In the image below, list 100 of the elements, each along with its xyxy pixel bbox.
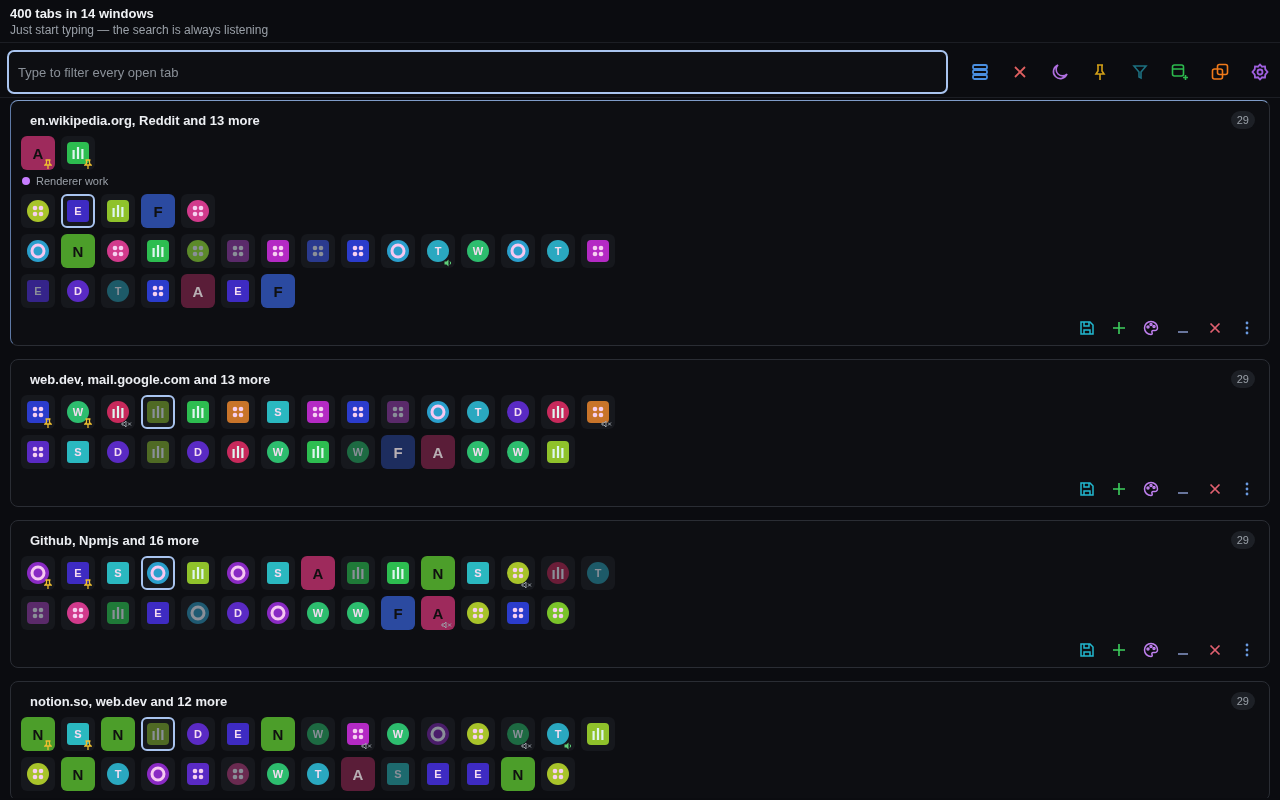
tab-button[interactable]: A bbox=[341, 757, 375, 791]
tab-button[interactable]: F bbox=[381, 435, 415, 469]
tab-button[interactable]: S bbox=[461, 556, 495, 590]
tab-button[interactable] bbox=[341, 717, 375, 751]
tab-button[interactable] bbox=[501, 596, 535, 630]
palette-icon[interactable] bbox=[1143, 642, 1159, 658]
tab-button[interactable]: E bbox=[61, 556, 95, 590]
save-icon[interactable] bbox=[1079, 642, 1095, 658]
tab-button[interactable]: T bbox=[581, 556, 615, 590]
tab-button[interactable]: E bbox=[221, 274, 255, 308]
tab-button[interactable] bbox=[301, 234, 335, 268]
tab-button[interactable] bbox=[21, 556, 55, 590]
tab-button[interactable]: W bbox=[261, 757, 295, 791]
tab-button[interactable]: W bbox=[501, 717, 535, 751]
tab-button[interactable] bbox=[581, 234, 615, 268]
tab-button[interactable] bbox=[581, 717, 615, 751]
tab-button[interactable]: E bbox=[141, 596, 175, 630]
tab-button[interactable]: W bbox=[381, 717, 415, 751]
tab-button[interactable] bbox=[141, 234, 175, 268]
tab-button[interactable] bbox=[21, 194, 55, 228]
tab-button[interactable]: T bbox=[301, 757, 335, 791]
tab-button[interactable] bbox=[541, 757, 575, 791]
tab-button[interactable] bbox=[101, 596, 135, 630]
tab-button[interactable]: E bbox=[421, 757, 455, 791]
tab-button[interactable]: E bbox=[21, 274, 55, 308]
tab-button[interactable]: W bbox=[461, 435, 495, 469]
tab-button[interactable]: E bbox=[461, 757, 495, 791]
tab-button[interactable] bbox=[181, 194, 215, 228]
tab-button[interactable] bbox=[221, 395, 255, 429]
tab-button[interactable]: T bbox=[461, 395, 495, 429]
settings-icon[interactable] bbox=[1251, 63, 1269, 81]
filter-icon[interactable] bbox=[1132, 64, 1148, 80]
tab-button[interactable]: D bbox=[101, 435, 135, 469]
tab-button[interactable] bbox=[541, 395, 575, 429]
close-icon[interactable] bbox=[1207, 320, 1223, 336]
tab-button[interactable] bbox=[461, 596, 495, 630]
tab-button[interactable] bbox=[221, 757, 255, 791]
tab-button[interactable] bbox=[381, 556, 415, 590]
tab-button[interactable]: W bbox=[61, 395, 95, 429]
tab-button[interactable]: S bbox=[381, 757, 415, 791]
add-icon[interactable] bbox=[1111, 481, 1127, 497]
save-icon[interactable] bbox=[1079, 481, 1095, 497]
tab-button[interactable]: N bbox=[61, 757, 95, 791]
tab-button[interactable] bbox=[141, 274, 175, 308]
tab-button[interactable] bbox=[501, 556, 535, 590]
tab-button[interactable] bbox=[101, 234, 135, 268]
tab-button[interactable]: W bbox=[301, 717, 335, 751]
tab-button[interactable] bbox=[181, 234, 215, 268]
tab-button[interactable]: D bbox=[221, 596, 255, 630]
tab-button[interactable] bbox=[501, 234, 535, 268]
tab-button[interactable] bbox=[301, 395, 335, 429]
palette-icon[interactable] bbox=[1143, 481, 1159, 497]
tab-button[interactable]: A bbox=[421, 435, 455, 469]
tab-button[interactable] bbox=[181, 757, 215, 791]
tab-button[interactable]: W bbox=[341, 596, 375, 630]
tab-button[interactable]: N bbox=[101, 717, 135, 751]
tab-button[interactable] bbox=[141, 717, 175, 751]
tab-button[interactable] bbox=[141, 757, 175, 791]
close-icon[interactable] bbox=[1207, 481, 1223, 497]
tab-button[interactable] bbox=[21, 234, 55, 268]
group-label[interactable]: Renderer work bbox=[36, 175, 109, 187]
tab-button[interactable]: A bbox=[421, 596, 455, 630]
tab-button[interactable] bbox=[421, 395, 455, 429]
tab-button[interactable] bbox=[221, 234, 255, 268]
tab-button[interactable]: D bbox=[181, 435, 215, 469]
tab-button[interactable]: N bbox=[501, 757, 535, 791]
tab-button[interactable]: A bbox=[181, 274, 215, 308]
moon-icon[interactable] bbox=[1051, 63, 1069, 81]
tab-button[interactable]: F bbox=[141, 194, 175, 228]
pin-icon[interactable] bbox=[1092, 63, 1108, 81]
tab-button[interactable]: N bbox=[61, 234, 95, 268]
tab-button[interactable]: W bbox=[301, 596, 335, 630]
tab-button[interactable] bbox=[181, 596, 215, 630]
tab-button[interactable]: S bbox=[61, 717, 95, 751]
tab-button[interactable]: W bbox=[501, 435, 535, 469]
copy-icon[interactable] bbox=[1211, 63, 1229, 81]
palette-icon[interactable] bbox=[1143, 320, 1159, 336]
tab-button[interactable] bbox=[541, 556, 575, 590]
close-icon[interactable] bbox=[1012, 64, 1028, 80]
tab-button[interactable] bbox=[101, 395, 135, 429]
tab-button[interactable]: S bbox=[101, 556, 135, 590]
tab-button[interactable] bbox=[141, 395, 175, 429]
tab-button[interactable]: D bbox=[501, 395, 535, 429]
tab-button[interactable]: T bbox=[101, 274, 135, 308]
tab-button[interactable] bbox=[101, 194, 135, 228]
tab-button[interactable]: F bbox=[381, 596, 415, 630]
tab-button[interactable] bbox=[381, 234, 415, 268]
tab-button[interactable]: A bbox=[21, 136, 55, 170]
tab-button[interactable] bbox=[61, 136, 95, 170]
tab-button[interactable]: A bbox=[301, 556, 335, 590]
tab-button[interactable] bbox=[21, 435, 55, 469]
tab-button[interactable]: D bbox=[61, 274, 95, 308]
save-icon[interactable] bbox=[1079, 320, 1095, 336]
tab-button[interactable] bbox=[61, 596, 95, 630]
tab-button[interactable] bbox=[341, 395, 375, 429]
tab-button[interactable] bbox=[461, 717, 495, 751]
tab-button[interactable]: N bbox=[421, 556, 455, 590]
tab-button[interactable] bbox=[21, 395, 55, 429]
tab-button[interactable]: W bbox=[261, 435, 295, 469]
tab-button[interactable]: E bbox=[221, 717, 255, 751]
